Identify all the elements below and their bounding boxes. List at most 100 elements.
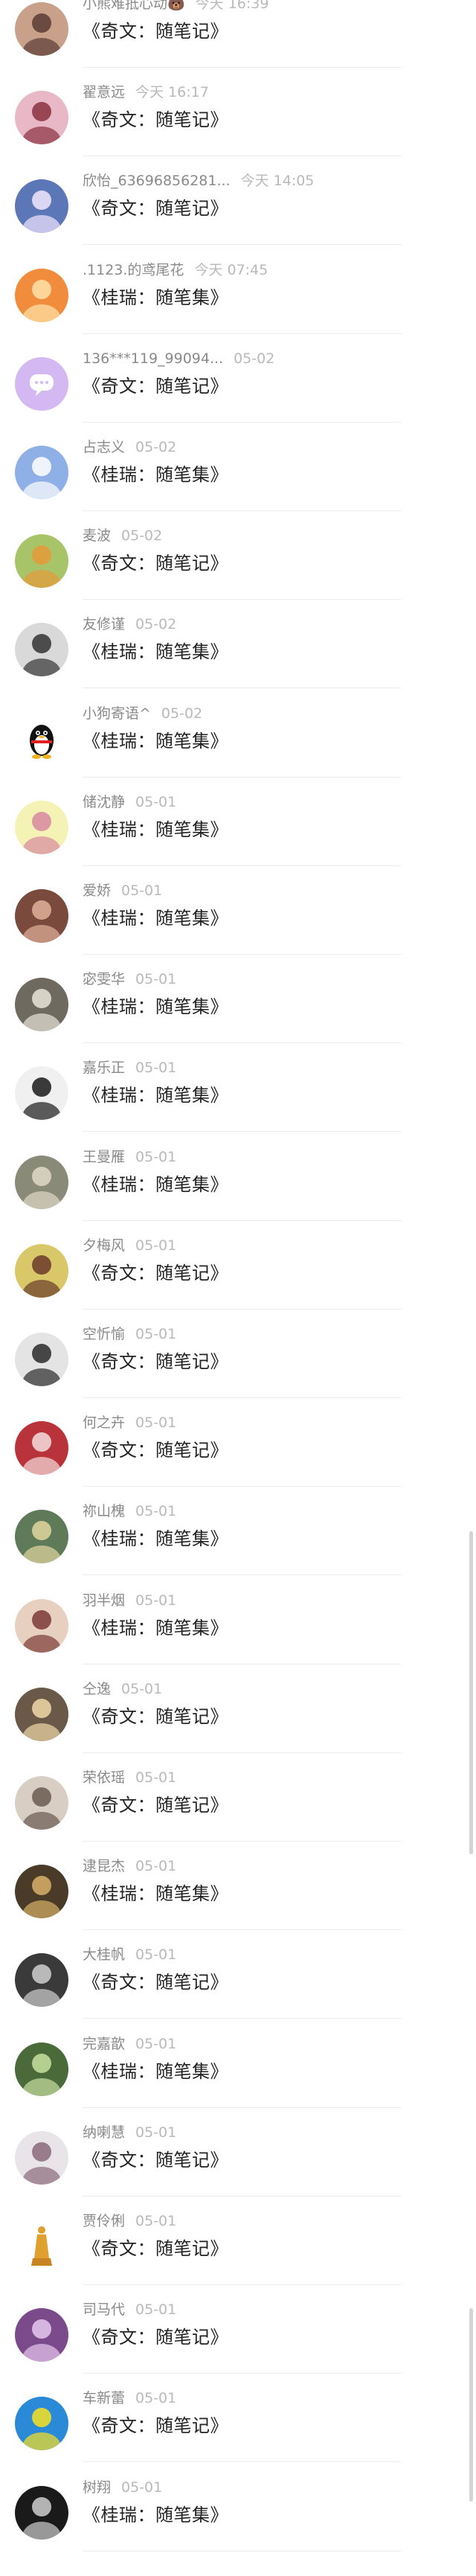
article-title-link[interactable]: 《奇文：随笔记》 [83, 374, 228, 399]
avatar[interactable] [15, 268, 68, 322]
avatar[interactable] [15, 711, 68, 766]
user-name[interactable]: 空忻愉 [83, 1326, 125, 1342]
article-title-link[interactable]: 《奇文：随笔记》 [83, 1704, 228, 1729]
user-name[interactable]: 仝逸 [83, 1681, 111, 1697]
article-title-link[interactable]: 《奇文：随笔记》 [83, 1438, 228, 1463]
user-name[interactable]: 宓雯华 [83, 971, 125, 987]
user-name[interactable]: 麦波 [83, 528, 111, 544]
list-item[interactable]: 贾伶俐 05-01 《奇文：随笔记》 [0, 2197, 402, 2285]
user-name[interactable]: 何之卉 [83, 1414, 125, 1431]
article-title-link[interactable]: 《桂瑞：随笔集》 [83, 2059, 228, 2084]
avatar[interactable] [15, 1953, 68, 2008]
article-title-link[interactable]: 《奇文：随笔记》 [83, 2325, 228, 2350]
user-name[interactable]: 逮昆杰 [83, 1858, 125, 1874]
avatar[interactable] [15, 1510, 68, 1564]
avatar[interactable] [15, 1687, 68, 1741]
list-item[interactable]: 逮昆杰 05-01 《桂瑞：随笔集》 [0, 1842, 402, 1931]
user-name[interactable]: 羽半烟 [83, 1592, 125, 1609]
avatar[interactable] [15, 1865, 68, 1919]
avatar[interactable] [15, 978, 68, 1032]
list-item[interactable]: 羽半烟 05-01 《桂瑞：随笔集》 [0, 1577, 402, 1665]
avatar[interactable] [15, 179, 68, 234]
list-item[interactable]: 嘉乐正 05-01 《桂瑞：随笔集》 [0, 1044, 402, 1132]
article-title-link[interactable]: 《桂瑞：随笔集》 [83, 994, 228, 1019]
list-item[interactable]: 占志义 05-02 《桂瑞：随笔集》 [0, 423, 402, 511]
avatar[interactable] [15, 2220, 68, 2273]
avatar[interactable] [15, 2308, 68, 2362]
user-name[interactable]: 欣怡_63696856281... [83, 173, 231, 189]
article-title-link[interactable]: 《桂瑞：随笔集》 [83, 1881, 228, 1906]
list-item[interactable]: 爱娇 05-01 《桂瑞：随笔集》 [0, 867, 402, 955]
user-name[interactable]: 祢山槐 [83, 1503, 125, 1519]
user-name[interactable]: 荣依瑶 [83, 1769, 125, 1786]
user-name[interactable]: 储沈静 [83, 794, 125, 810]
article-title-link[interactable]: 《奇文：随笔记》 [83, 1970, 228, 1995]
user-name[interactable]: 大桂帆 [83, 1947, 125, 1963]
article-title-link[interactable]: 《桂瑞：随笔集》 [83, 1526, 228, 1551]
list-item[interactable]: 仝逸 05-01 《奇文：随笔记》 [0, 1665, 402, 1753]
article-title-link[interactable]: 《奇文：随笔记》 [83, 2236, 228, 2261]
article-title-link[interactable]: 《桂瑞：随笔集》 [83, 906, 228, 931]
avatar[interactable] [15, 2042, 68, 2096]
avatar[interactable] [15, 1155, 68, 1209]
user-name[interactable]: 小熊难抵心动🐻 [83, 0, 185, 12]
avatar[interactable] [15, 800, 68, 854]
avatar[interactable] [15, 446, 68, 499]
user-name[interactable]: .1123.的鸢尾花 [83, 262, 184, 278]
avatar[interactable] [15, 2485, 68, 2540]
article-title-link[interactable]: 《桂瑞：随笔集》 [83, 1172, 228, 1197]
list-item[interactable]: 136***119_99094... 05-02 《奇文：随笔记》 [0, 335, 402, 423]
article-title-link[interactable]: 《桂瑞：随笔集》 [83, 1615, 228, 1641]
avatar[interactable] [15, 889, 68, 943]
article-title-link[interactable]: 《奇文：随笔记》 [83, 2413, 228, 2438]
avatar[interactable] [15, 2, 68, 56]
user-name[interactable]: 翟意远 [83, 84, 125, 100]
avatar[interactable] [15, 1421, 68, 1476]
avatar[interactable] [15, 356, 68, 411]
user-name[interactable]: 树翔 [83, 2479, 111, 2496]
article-title-link[interactable]: 《奇文：随笔记》 [83, 196, 228, 221]
avatar[interactable] [15, 2397, 68, 2451]
avatar[interactable] [15, 1776, 68, 1830]
user-name[interactable]: 爱娇 [83, 882, 111, 899]
list-item[interactable]: 纳喇慧 05-01 《奇文：随笔记》 [0, 2109, 402, 2197]
list-item[interactable]: 小熊难抵心动🐻 今天 16:39 《奇文：随笔记》 [0, 0, 402, 68]
list-item[interactable]: 祢山槐 05-01 《桂瑞：随笔集》 [0, 1487, 402, 1576]
user-name[interactable]: 嘉乐正 [83, 1060, 125, 1076]
article-title-link[interactable]: 《桂瑞：随笔集》 [83, 285, 228, 310]
user-name[interactable]: 贾伶俐 [83, 2213, 125, 2229]
article-title-link[interactable]: 《奇文：随笔记》 [83, 1349, 228, 1374]
list-item[interactable]: 欣怡_63696856281... 今天 14:05 《奇文：随笔记》 [0, 157, 402, 246]
scrollbar-thumb-upper[interactable] [469, 1531, 473, 1854]
list-item[interactable]: 友修谨 05-02 《桂瑞：随笔集》 [0, 600, 402, 689]
article-title-link[interactable]: 《奇文：随笔记》 [83, 19, 228, 44]
avatar[interactable] [15, 1598, 68, 1653]
list-item[interactable]: 夕梅风 05-01 《奇文：随笔记》 [0, 1222, 402, 1310]
list-item[interactable]: 储沈静 05-01 《桂瑞：随笔集》 [0, 778, 402, 866]
user-name[interactable]: 王曼雁 [83, 1149, 125, 1165]
user-name[interactable]: 完嘉歆 [83, 2036, 125, 2052]
user-name[interactable]: 友修谨 [83, 616, 125, 632]
avatar[interactable] [15, 91, 68, 145]
article-title-link[interactable]: 《奇文：随笔记》 [83, 2147, 228, 2173]
list-item[interactable]: 荣依瑶 05-01 《奇文：随笔记》 [0, 1754, 402, 1842]
avatar[interactable] [15, 534, 68, 589]
user-name[interactable]: 136***119_99094... [83, 350, 223, 367]
avatar[interactable] [15, 623, 68, 677]
user-name[interactable]: 车新蕾 [83, 2390, 125, 2406]
article-title-link[interactable]: 《桂瑞：随笔集》 [83, 728, 228, 754]
list-item[interactable]: 王曼雁 05-01 《桂瑞：随笔集》 [0, 1133, 402, 1221]
article-title-link[interactable]: 《奇文：随笔记》 [83, 1792, 228, 1818]
list-item[interactable]: 空忻愉 05-01 《奇文：随笔记》 [0, 1310, 402, 1398]
article-title-link[interactable]: 《奇文：随笔记》 [83, 1260, 228, 1286]
list-item[interactable]: 麦波 05-02 《奇文：随笔记》 [0, 512, 402, 600]
avatar[interactable] [15, 1243, 68, 1298]
list-item[interactable]: 完嘉歆 05-01 《桂瑞：随笔集》 [0, 2020, 402, 2108]
list-item[interactable]: 车新蕾 05-01 《奇文：随笔记》 [0, 2374, 402, 2463]
avatar[interactable] [15, 2130, 68, 2185]
avatar[interactable] [15, 1333, 68, 1386]
article-title-link[interactable]: 《奇文：随笔记》 [83, 107, 228, 132]
scrollbar-thumb-lower[interactable] [469, 2308, 473, 2502]
list-item[interactable]: 司马代 05-01 《奇文：随笔记》 [0, 2286, 402, 2374]
article-title-link[interactable]: 《桂瑞：随笔集》 [83, 462, 228, 487]
